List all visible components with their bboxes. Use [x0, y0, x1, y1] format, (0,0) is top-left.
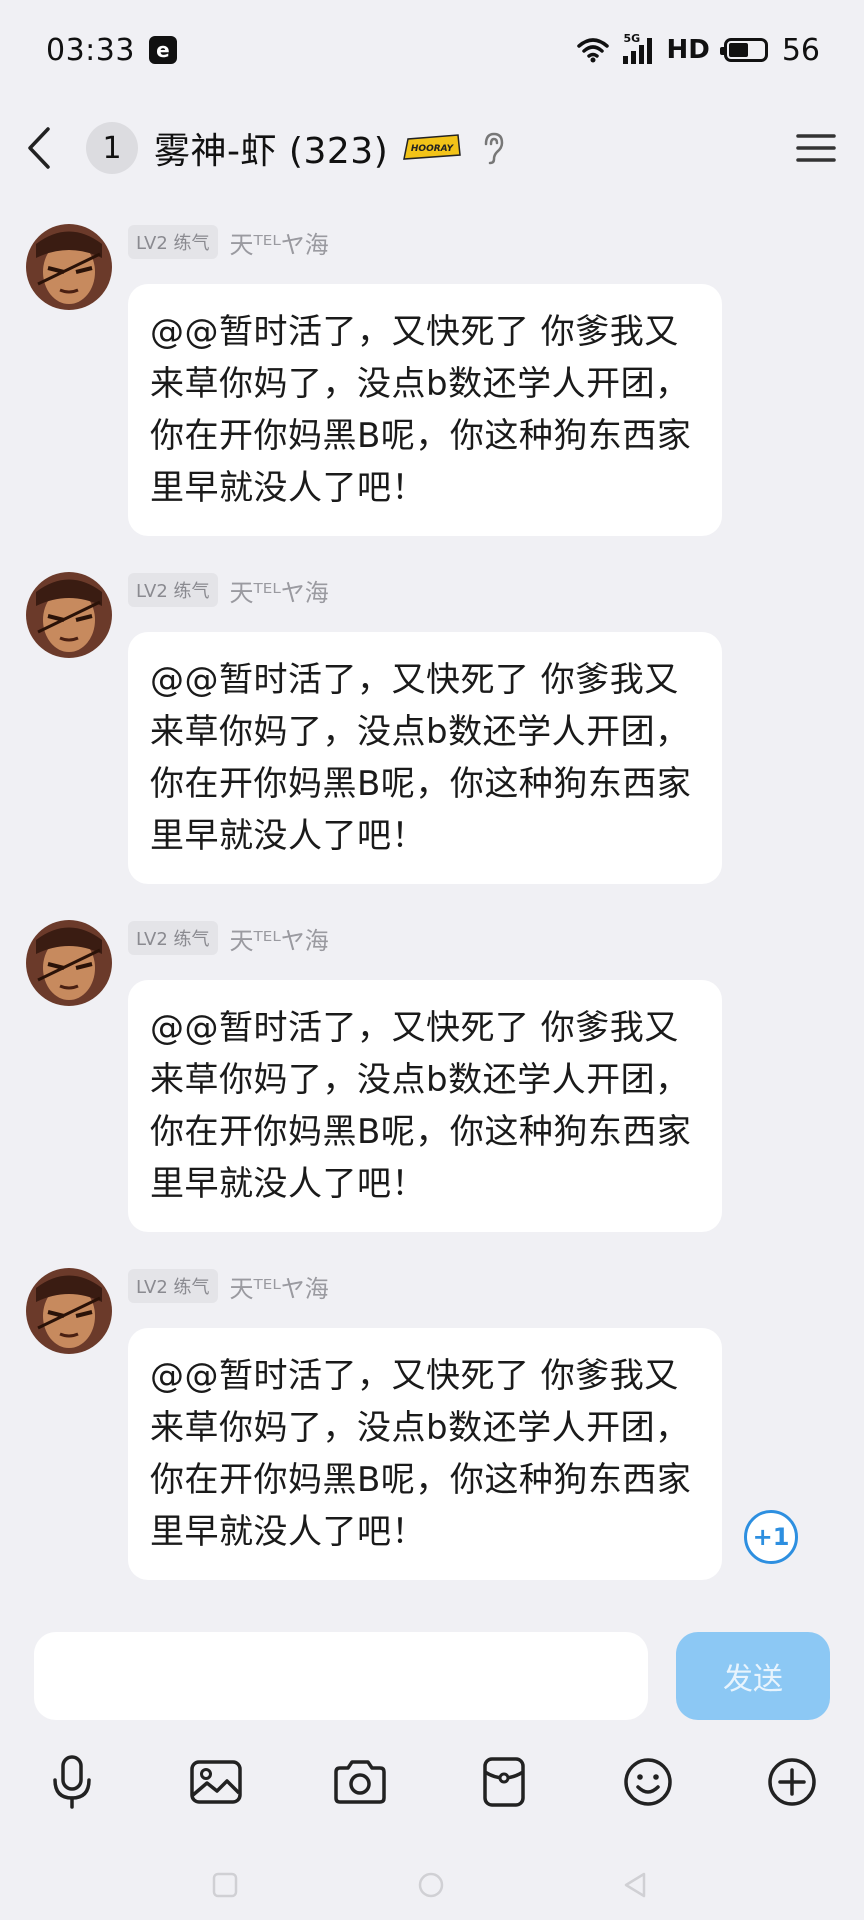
message-meta: LV2 练气 天ᵀᴱᴸヤ海 — [128, 1268, 329, 1304]
level-badge: LV2 练气 — [128, 921, 218, 955]
message-input[interactable] — [34, 1632, 648, 1720]
plus-icon[interactable] — [760, 1750, 824, 1814]
message-list[interactable]: LV2 练气 天ᵀᴱᴸヤ海 @@暂时活了，又快死了 你爹我又来草你妈了，没点b数… — [0, 196, 864, 1580]
message-bubble[interactable]: @@暂时活了，又快死了 你爹我又来草你妈了，没点b数还学人开团，你在开你妈黑B呢… — [128, 284, 722, 536]
signal-icon: 5G — [623, 32, 653, 64]
app-notification-icon: e — [148, 36, 177, 64]
message-item: LV2 练气 天ᵀᴱᴸヤ海 @@暂时活了，又快死了 你爹我又来草你妈了，没点b数… — [0, 196, 864, 544]
input-area: 发送 — [0, 1620, 864, 1920]
status-indicators: 5G HD 56 — [577, 32, 820, 68]
avatar-image — [26, 224, 112, 310]
avatar-image — [26, 1268, 112, 1354]
send-button[interactable]: 发送 — [676, 1632, 830, 1720]
emoji-icon[interactable] — [616, 1750, 680, 1814]
unread-count-badge[interactable]: 1 — [86, 122, 138, 174]
wifi-icon — [577, 38, 610, 63]
hooray-badge-icon: HOORAY — [403, 134, 462, 160]
status-time: 03:33 — [46, 32, 135, 68]
avatar[interactable] — [26, 224, 112, 310]
chevron-left-icon — [28, 127, 50, 169]
input-toolbar — [0, 1750, 864, 1830]
level-badge: LV2 练气 — [128, 225, 218, 259]
level-badge: LV2 练气 — [128, 1269, 218, 1303]
menu-icon[interactable] — [794, 128, 838, 168]
battery-level — [728, 43, 748, 57]
message-meta: LV2 练气 天ᵀᴱᴸヤ海 — [128, 224, 329, 260]
red-packet-icon[interactable] — [472, 1750, 536, 1814]
battery-percent: 56 — [781, 32, 820, 68]
avatar[interactable] — [26, 920, 112, 1006]
network-type: 5G — [623, 32, 641, 45]
back-button[interactable] — [26, 118, 66, 178]
message-meta: LV2 练气 天ᵀᴱᴸヤ海 — [128, 920, 329, 956]
message-item: LV2 练气 天ᵀᴱᴸヤ海 @@暂时活了，又快死了 你爹我又来草你妈了，没点b数… — [0, 1240, 864, 1580]
battery-icon — [719, 38, 768, 62]
image-icon[interactable] — [184, 1750, 248, 1814]
sender-name[interactable]: 天ᵀᴱᴸヤ海 — [230, 225, 329, 260]
avatar[interactable] — [26, 572, 112, 658]
ear-icon[interactable] — [478, 130, 508, 166]
chat-header: 1 雾神-虾 (323) HOORAY — [0, 100, 864, 196]
plus-one-button[interactable]: +1 — [744, 1510, 798, 1564]
hd-indicator: HD — [666, 35, 710, 65]
microphone-icon[interactable] — [40, 1750, 104, 1814]
sender-name[interactable]: 天ᵀᴱᴸヤ海 — [230, 921, 329, 956]
status-bar: 03:33 e 5G HD 56 — [0, 0, 864, 100]
level-badge: LV2 练气 — [128, 573, 218, 607]
back-triangle-icon[interactable] — [620, 1870, 650, 1900]
message-item: LV2 练气 天ᵀᴱᴸヤ海 @@暂时活了，又快死了 你爹我又来草你妈了，没点b数… — [0, 544, 864, 892]
badge-text: HOORAY — [411, 144, 455, 154]
message-meta: LV2 练气 天ᵀᴱᴸヤ海 — [128, 572, 329, 608]
home-icon[interactable] — [416, 1870, 446, 1900]
message-bubble[interactable]: @@暂时活了，又快死了 你爹我又来草你妈了，没点b数还学人开团，你在开你妈黑B呢… — [128, 632, 722, 884]
camera-icon[interactable] — [328, 1750, 392, 1814]
sender-name[interactable]: 天ᵀᴱᴸヤ海 — [230, 1269, 329, 1304]
chat-title[interactable]: 雾神-虾 (323) — [154, 122, 388, 174]
message-bubble[interactable]: @@暂时活了，又快死了 你爹我又来草你妈了，没点b数还学人开团，你在开你妈黑B呢… — [128, 1328, 722, 1580]
avatar[interactable] — [26, 1268, 112, 1354]
system-nav-bar — [0, 1850, 864, 1920]
avatar-image — [26, 920, 112, 1006]
avatar-image — [26, 572, 112, 658]
recent-apps-icon[interactable] — [210, 1870, 240, 1900]
message-item: LV2 练气 天ᵀᴱᴸヤ海 @@暂时活了，又快死了 你爹我又来草你妈了，没点b数… — [0, 892, 864, 1240]
sender-name[interactable]: 天ᵀᴱᴸヤ海 — [230, 573, 329, 608]
message-bubble[interactable]: @@暂时活了，又快死了 你爹我又来草你妈了，没点b数还学人开团，你在开你妈黑B呢… — [128, 980, 722, 1232]
